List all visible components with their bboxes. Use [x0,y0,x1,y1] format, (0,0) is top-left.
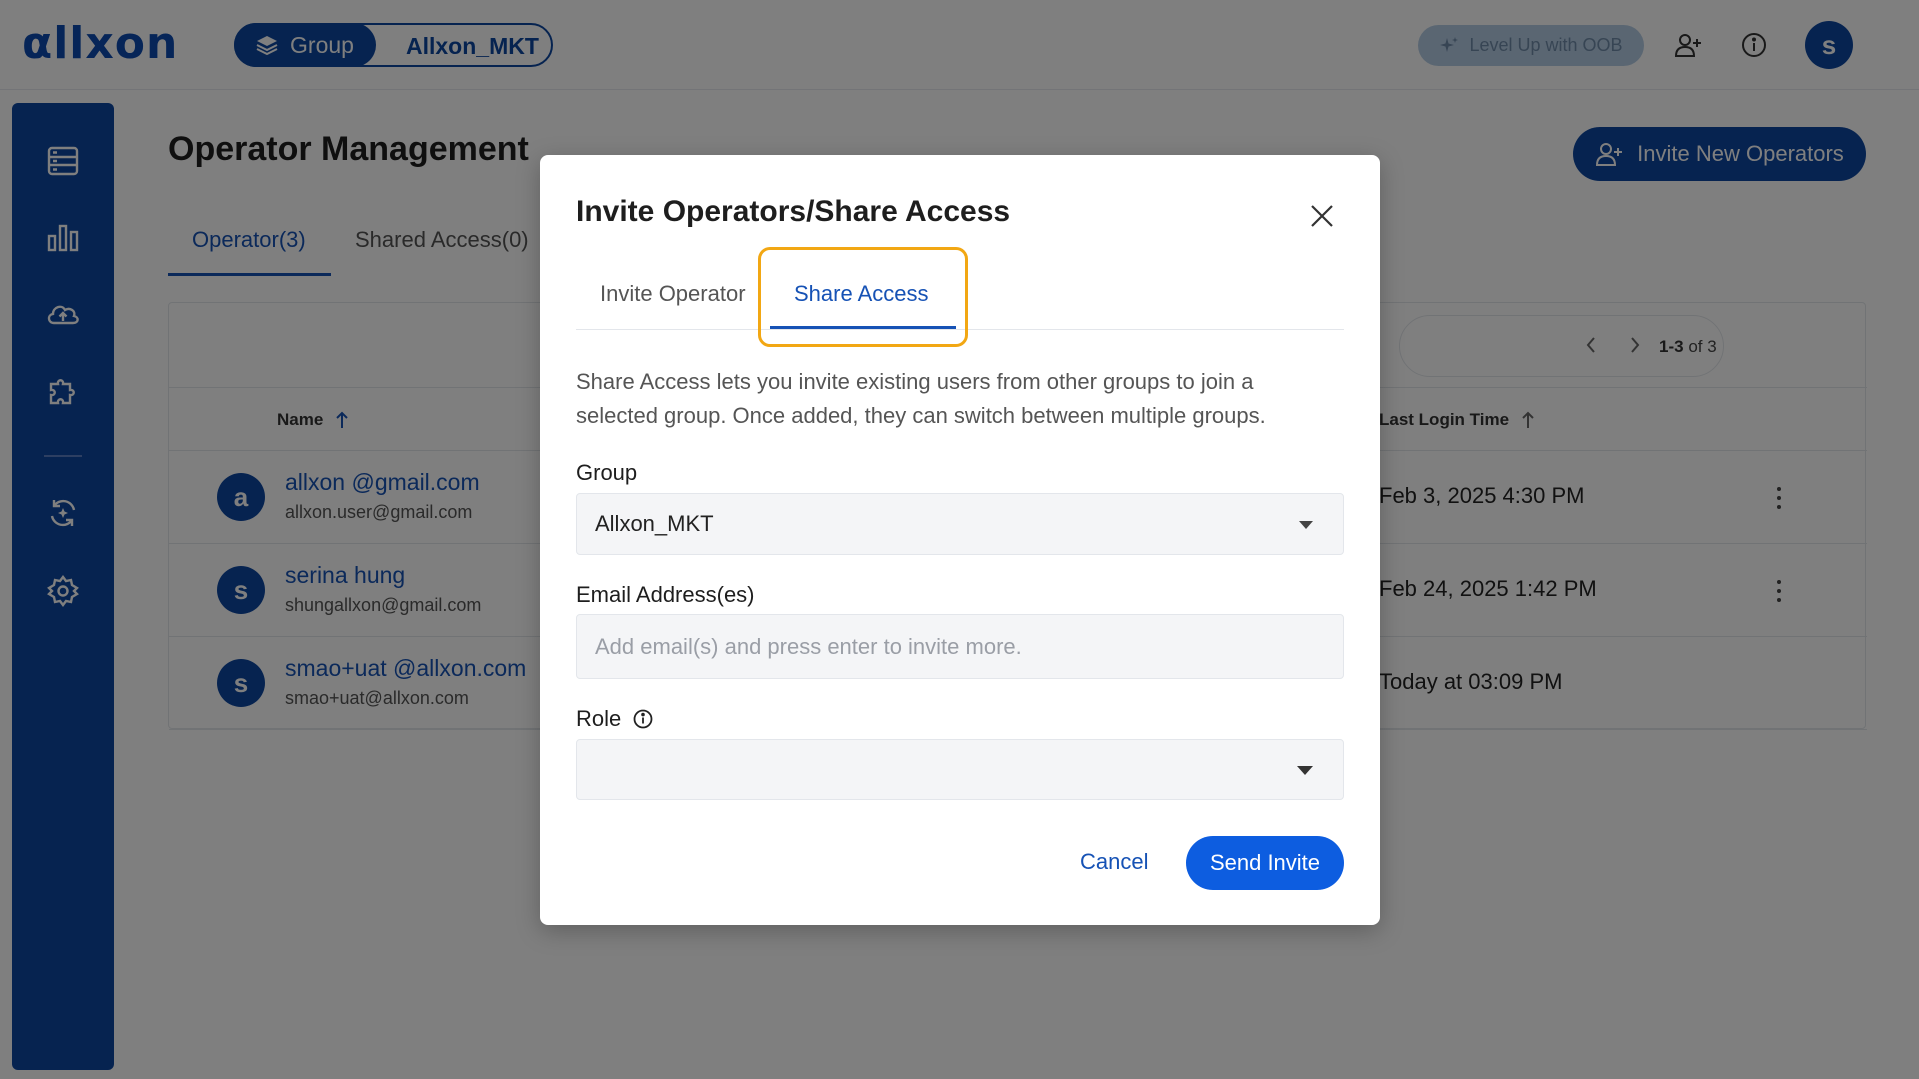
cancel-button[interactable]: Cancel [1080,849,1148,875]
role-select[interactable] [576,739,1344,800]
group-select-value: Allxon_MKT [595,511,714,536]
email-field-label: Email Address(es) [576,582,755,608]
share-access-description: Share Access lets you invite existing us… [576,369,1266,428]
close-icon[interactable] [1305,199,1339,233]
invite-share-dialog: Invite Operators/Share Access Invite Ope… [540,155,1380,925]
role-label-text: Role [576,706,622,731]
group-label-text: Group [576,460,638,485]
send-invite-button[interactable]: Send Invite [1186,836,1344,890]
group-field-label: Group [576,460,637,486]
email-input[interactable] [576,614,1344,679]
email-label-text: Email Address(es) [576,582,755,607]
tab-invite-operator[interactable]: Invite Operator [600,281,746,307]
dropdown-caret-icon [1299,521,1313,529]
dropdown-caret-icon [1297,766,1313,775]
send-invite-label: Send Invite [1209,850,1321,875]
role-field-label: Role [576,706,653,732]
group-select[interactable]: Allxon_MKT [576,493,1344,555]
info-icon[interactable] [633,709,653,729]
highlight-box [758,247,968,347]
dialog-title: Invite Operators/Share Access [576,195,1011,228]
